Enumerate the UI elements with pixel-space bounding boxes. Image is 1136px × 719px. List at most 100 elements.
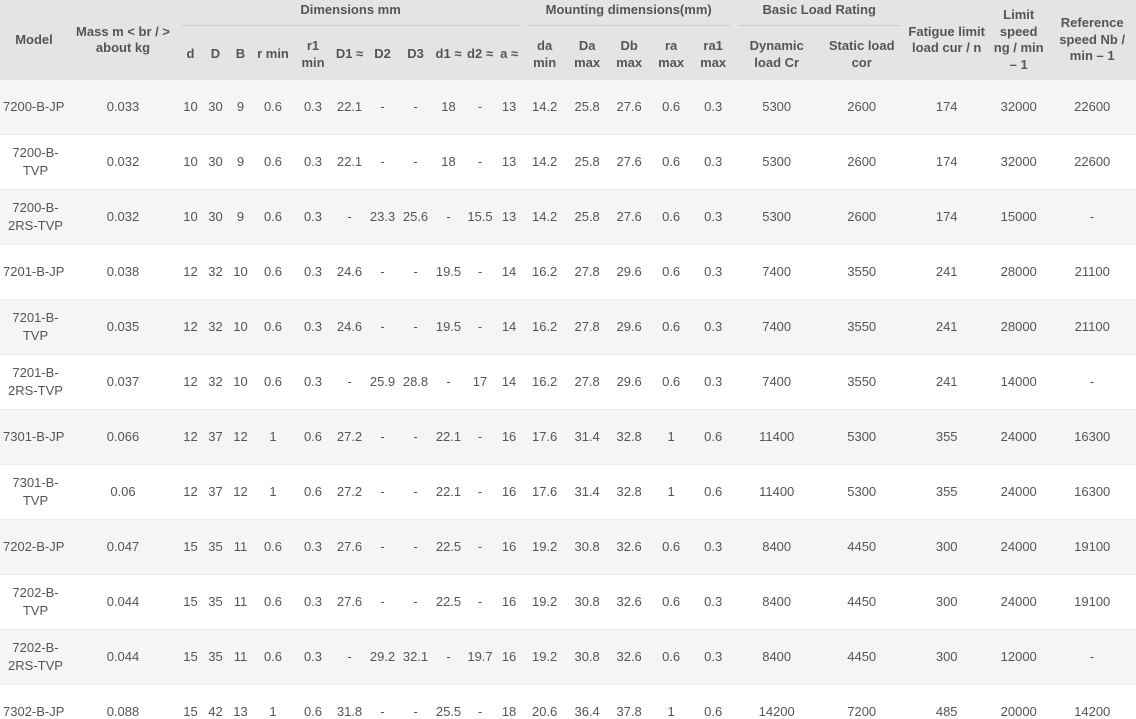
table-cell: 32.6 xyxy=(608,519,651,575)
model-name: 7202-B-TVP xyxy=(12,585,59,618)
table-cell: 1 xyxy=(253,409,293,465)
table-cell: 0.088 xyxy=(68,684,178,719)
header-dim-r-min: r min xyxy=(253,29,293,80)
table-cell: 35 xyxy=(203,519,228,575)
table-cell: 0.6 xyxy=(692,464,735,520)
table-cell: 16.2 xyxy=(523,299,567,355)
table-cell: 0.3 xyxy=(293,189,333,245)
table-cell: 0.6 xyxy=(650,299,693,355)
table-cell-model: 7202-B-2RS-TVP xyxy=(0,629,68,685)
table-cell: 3550 xyxy=(819,354,905,410)
model-name: 7202-B-JP xyxy=(3,539,65,554)
header-group-dimensions-label: Dimensions mm xyxy=(182,2,520,26)
table-cell: 19.5 xyxy=(432,299,465,355)
table-cell: 22.5 xyxy=(432,574,465,630)
table-cell: 174 xyxy=(904,80,990,135)
table-cell: 3550 xyxy=(819,299,905,355)
header-dim-D3: D3 xyxy=(399,29,432,80)
table-cell: 18 xyxy=(495,684,524,719)
table-cell: - xyxy=(366,299,399,355)
table-cell: 27.6 xyxy=(608,80,651,135)
table-row: 7202-B-TVP 0.044 15 35 11 0.6 0.3 27.6- -22.5-16… xyxy=(0,574,1136,630)
table-cell-model: 7302-B-JP xyxy=(0,684,68,719)
table-cell: 14.2 xyxy=(523,80,567,135)
table-cell: 21100 xyxy=(1048,299,1136,355)
table-cell: 37 xyxy=(203,464,228,520)
table-cell: 37.8 xyxy=(608,684,651,719)
table-cell: - xyxy=(333,629,366,685)
table-cell: 12 xyxy=(178,244,203,300)
table-cell: - xyxy=(399,519,432,575)
table-cell: - xyxy=(1048,189,1136,245)
table-cell: 11 xyxy=(228,574,253,630)
header-fatigue: Fatigue limit load cur / n xyxy=(904,0,990,80)
table-cell: 32000 xyxy=(989,80,1049,135)
table-cell: 0.3 xyxy=(293,80,333,135)
table-cell: 0.06 xyxy=(68,464,178,520)
table-cell: 1 xyxy=(253,464,293,520)
table-cell: 0.038 xyxy=(68,244,178,300)
table-cell: 0.6 xyxy=(253,299,293,355)
header-mount-ra1-max: ra1 max xyxy=(692,29,735,80)
table-cell: 28000 xyxy=(989,244,1049,300)
header-mount-ra-max: ra max xyxy=(650,29,693,80)
table-cell-model: 7200-B-JP xyxy=(0,80,68,135)
table-cell: 13 xyxy=(495,80,524,135)
table-cell: 0.3 xyxy=(293,574,333,630)
table-cell: 24.6 xyxy=(333,299,366,355)
table-row: 7202-B-2RS-TVP 0.044 15 35 11 0.6 0.3-29.2 32.1… xyxy=(0,629,1136,685)
table-cell: 13 xyxy=(495,189,524,245)
table-cell-model: 7202-B-JP xyxy=(0,519,68,575)
table-cell: 37 xyxy=(203,409,228,465)
table-cell: 0.3 xyxy=(692,134,735,190)
table-cell: 15 xyxy=(178,519,203,575)
header-group-mounting: Mounting dimensions(mm) xyxy=(523,0,735,29)
table-cell: - xyxy=(366,684,399,719)
table-cell: 0.6 xyxy=(650,244,693,300)
table-cell: 22600 xyxy=(1048,80,1136,135)
table-cell: 485 xyxy=(904,684,990,719)
table-cell: 10 xyxy=(178,189,203,245)
table-cell: 8400 xyxy=(734,519,820,575)
table-row: 7201-B-2RS-TVP 0.037 12 32 10 0.6 0.3-25.9 28.8… xyxy=(0,354,1136,410)
table-cell: 30 xyxy=(203,189,228,245)
bearing-spec-table: Model Mass m < br / > about kg Dimension… xyxy=(0,0,1136,719)
table-cell: 174 xyxy=(904,134,990,190)
table-cell: 5300 xyxy=(819,409,905,465)
table-row: 7200-B-JP 0.033 10 30 9 0.6 0.3 22.1- -18-13 14.2… xyxy=(0,80,1136,135)
table-cell: 16 xyxy=(495,464,524,520)
header-dim-d2: d2 ≈ xyxy=(465,29,495,80)
table-row: 7202-B-JP 0.047 15 35 11 0.6 0.3 27.6- -22.5-16 1… xyxy=(0,519,1136,575)
table-cell: 24000 xyxy=(989,464,1049,520)
table-row: 7301-B-JP 0.066 12 37 12 1 0.6 27.2- -22.1-16 17.… xyxy=(0,409,1136,465)
header-dim-d: d xyxy=(178,29,203,80)
table-cell: 32 xyxy=(203,244,228,300)
table-cell: 11400 xyxy=(734,409,820,465)
table-cell: - xyxy=(399,134,432,190)
table-cell: 4450 xyxy=(819,519,905,575)
table-cell: 25.6 xyxy=(399,189,432,245)
table-cell: 14200 xyxy=(1048,684,1136,719)
table-cell: 27.8 xyxy=(566,299,609,355)
table-cell-model: 7202-B-TVP xyxy=(0,574,68,630)
header-model: Model xyxy=(0,0,68,80)
table-cell: 24.6 xyxy=(333,244,366,300)
table-cell: 19.2 xyxy=(523,629,567,685)
table-cell: 5300 xyxy=(734,189,820,245)
table-cell: 15.5 xyxy=(465,189,495,245)
table-cell: 27.6 xyxy=(333,574,366,630)
table-cell: 12 xyxy=(178,354,203,410)
header-mount-Db-max: Db max xyxy=(608,29,651,80)
table-cell: 0.6 xyxy=(293,409,333,465)
table-cell: 0.3 xyxy=(293,629,333,685)
table-cell: - xyxy=(432,629,465,685)
table-cell: - xyxy=(465,684,495,719)
table-cell: 24000 xyxy=(989,574,1049,630)
table-cell-model: 7200-B-2RS-TVP xyxy=(0,189,68,245)
table-cell: 5300 xyxy=(819,464,905,520)
table-cell: 32.6 xyxy=(608,574,651,630)
table-cell: 29.6 xyxy=(608,354,651,410)
table-cell: 0.032 xyxy=(68,134,178,190)
table-cell: 14000 xyxy=(989,354,1049,410)
table-cell: 0.6 xyxy=(253,134,293,190)
